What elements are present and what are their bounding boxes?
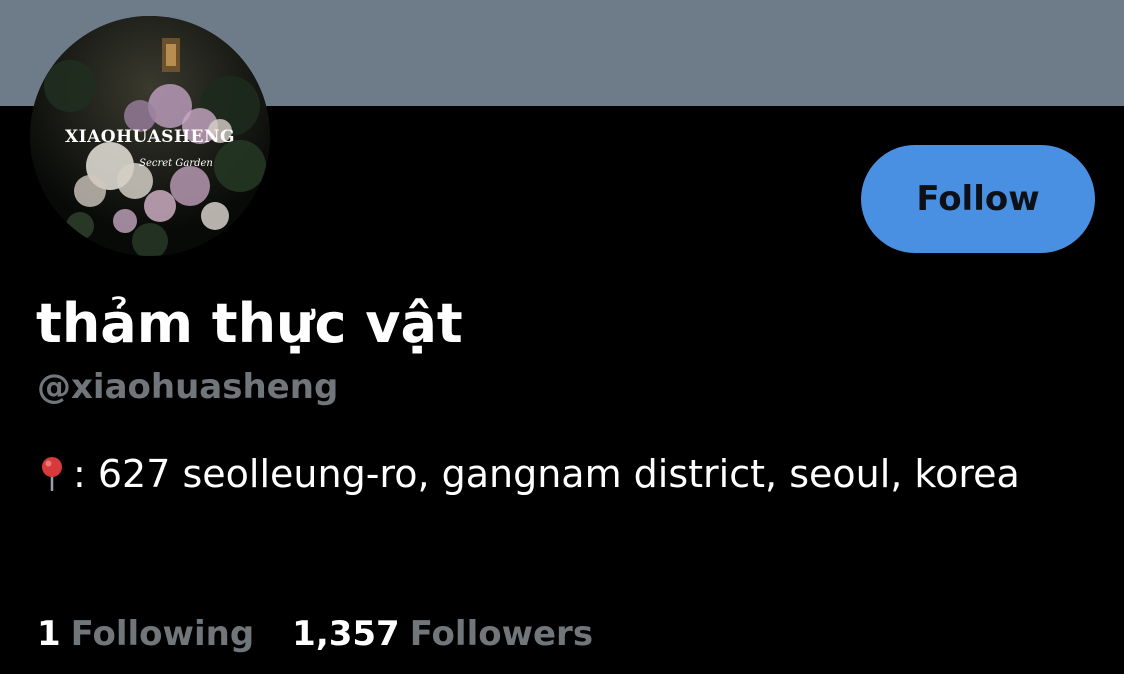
profile-handle: @xiaohuasheng — [37, 367, 339, 407]
following-count: 1 — [37, 614, 61, 654]
display-name: thảm thực vật — [36, 292, 463, 355]
following-link[interactable]: 1 Following — [37, 608, 254, 660]
followers-label: Followers — [409, 614, 594, 654]
avatar-image: XIAOHUASHENG Secret Garden — [30, 16, 270, 256]
avatar-logo-text: XIAOHUASHENG — [65, 127, 235, 147]
profile-avatar[interactable]: XIAOHUASHENG Secret Garden — [30, 16, 270, 256]
bio-text: : 627 seolleung-ro, gangnam district, se… — [73, 452, 1020, 496]
following-label: Following — [70, 614, 255, 654]
followers-count: 1,357 — [292, 614, 400, 654]
avatar-logo-subtext: Secret Garden — [139, 158, 213, 169]
follow-button[interactable]: Follow — [861, 145, 1095, 253]
followers-link[interactable]: 1,357 Followers — [292, 608, 593, 660]
profile-stats: 1 Following 1,357 Followers — [37, 608, 593, 660]
profile-bio: : 627 seolleung-ro, gangnam district, se… — [37, 444, 1097, 504]
round-pushpin-icon — [42, 457, 62, 491]
